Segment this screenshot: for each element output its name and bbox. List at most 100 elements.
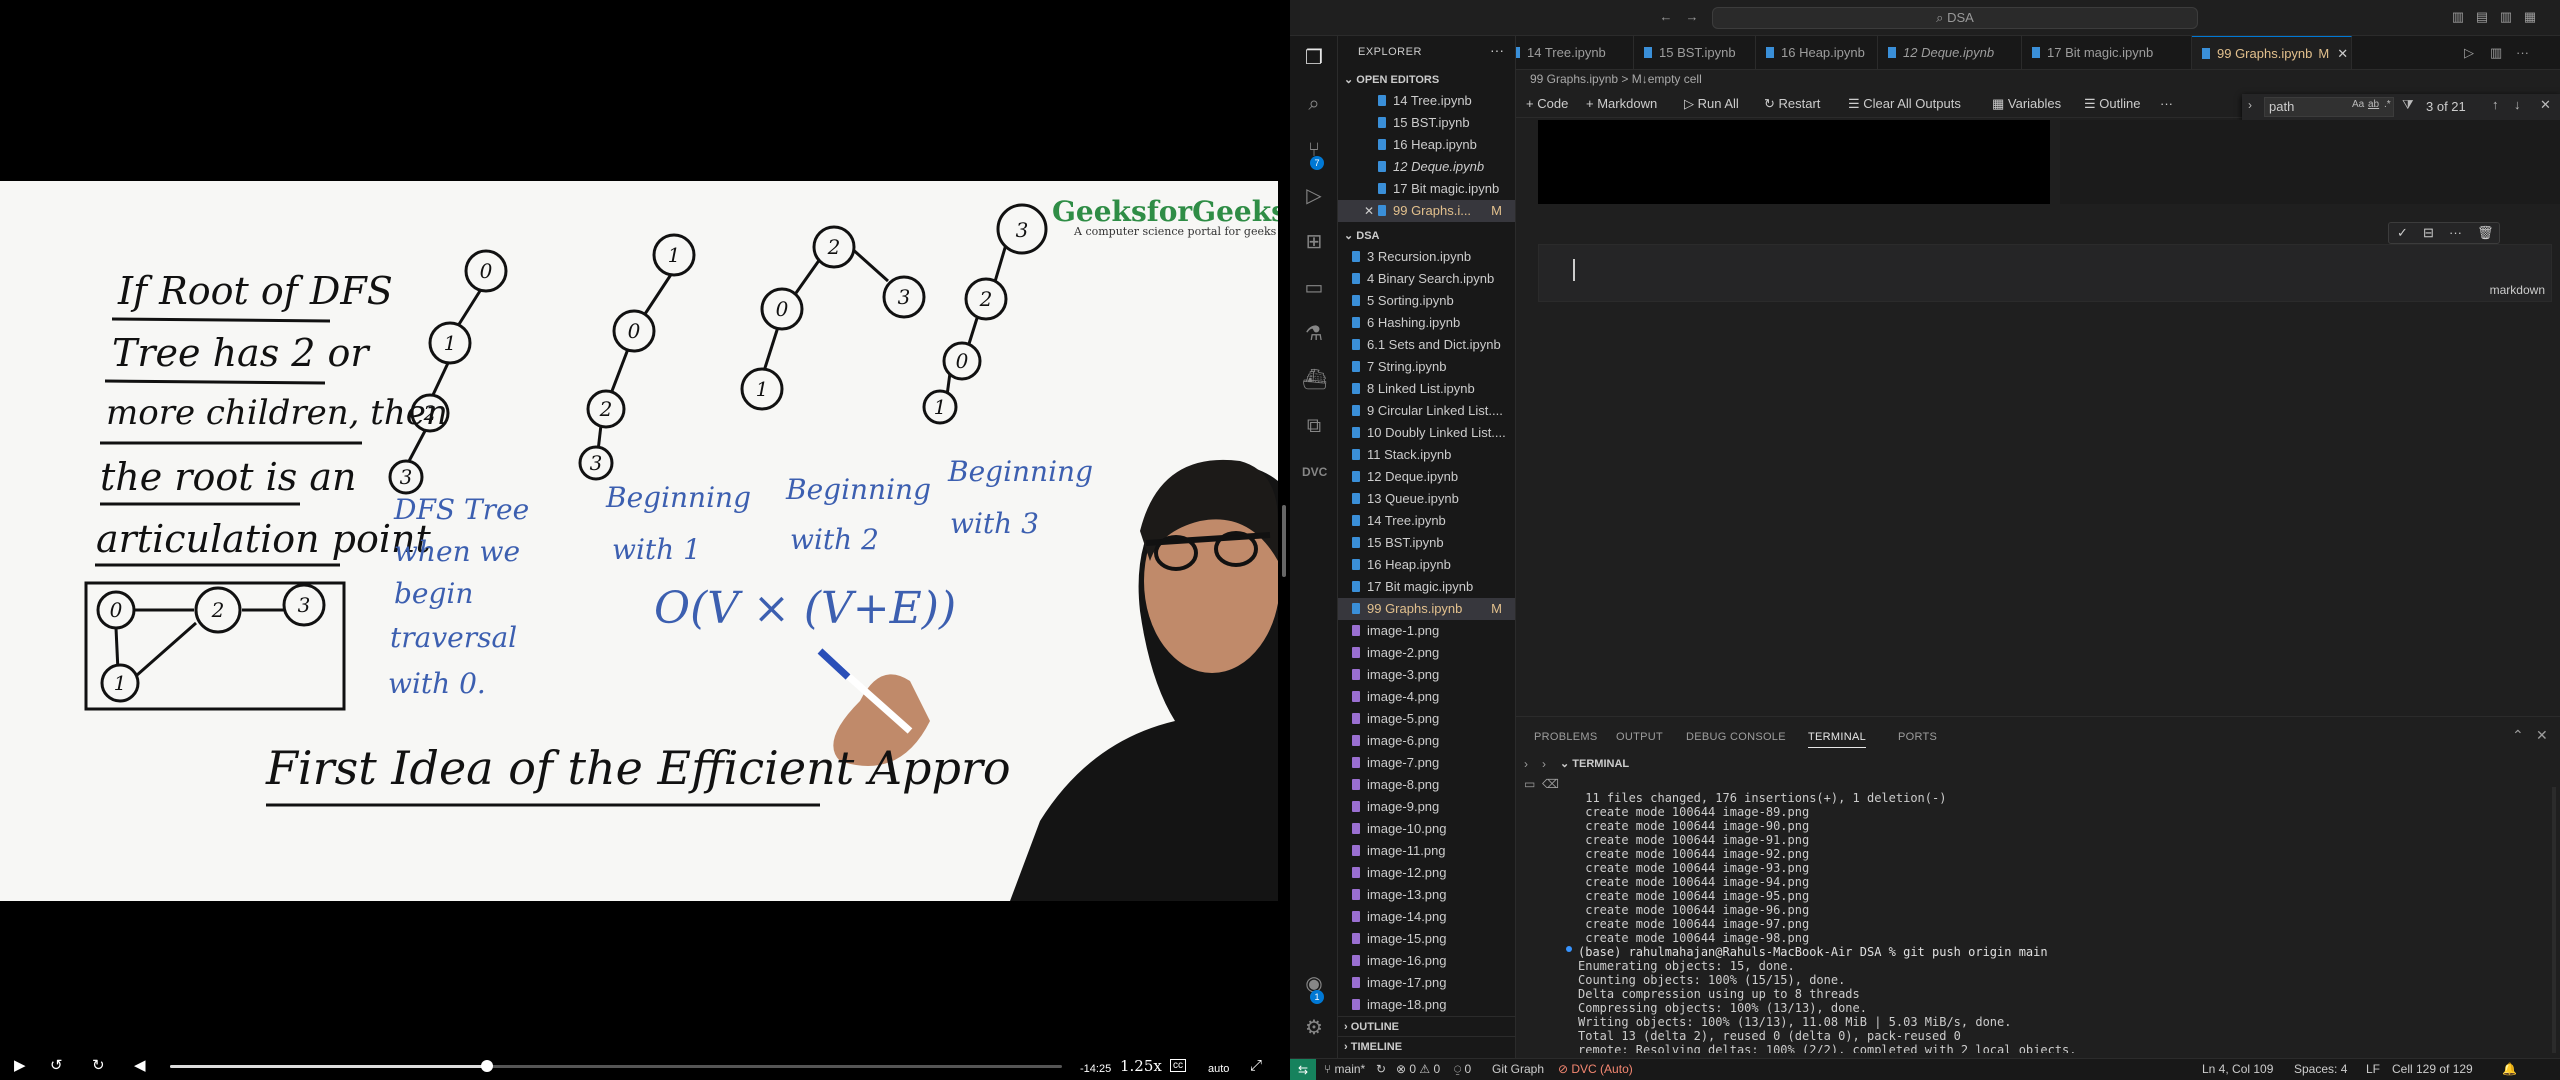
file-item[interactable]: 7 String.ipynb <box>1338 356 1515 378</box>
file-item[interactable]: 3 Recursion.ipynb <box>1338 246 1515 268</box>
testing-icon[interactable]: ⚗ <box>1302 322 1326 346</box>
terminal-output[interactable]: 11 files changed, 176 insertions(+), 1 d… <box>1578 791 2538 1053</box>
line-ending[interactable]: LF <box>2366 1062 2380 1076</box>
file-item[interactable]: image-15.png <box>1338 928 1515 950</box>
forward-icon[interactable]: ↻ <box>92 1057 105 1075</box>
search-icon[interactable]: ⌕ <box>1302 92 1326 116</box>
check-icon[interactable]: ✓ <box>2397 225 2408 241</box>
run-icon[interactable]: ▷ <box>2464 36 2474 69</box>
clear-terminal-icon[interactable]: ⌫ <box>1542 777 1559 791</box>
file-item[interactable]: 14 Tree.ipynb <box>1338 510 1515 532</box>
regex-toggle[interactable]: .* <box>2384 99 2391 110</box>
branch-indicator[interactable]: ⑂ main* <box>1324 1062 1365 1076</box>
panel-tab-terminal[interactable]: TERMINAL <box>1808 731 1867 748</box>
dsa-folder-section[interactable]: ⌄ DSA <box>1338 226 1515 246</box>
cursor-position[interactable]: Ln 4, Col 109 <box>2202 1062 2273 1076</box>
file-item[interactable]: 13 Queue.ipynb <box>1338 488 1515 510</box>
expand-replace-icon[interactable]: › <box>2248 98 2252 112</box>
rewind-icon[interactable]: ↺ <box>50 1057 63 1075</box>
close-tab-icon[interactable]: ✕ <box>2337 46 2348 61</box>
open-editor-item[interactable]: ✕ 99 Graphs.i... M <box>1338 200 1515 222</box>
volume-icon[interactable]: ◀ <box>134 1057 146 1075</box>
video-frame[interactable]: 0 1 2 3 1 0 2 3 2 0 3 1 3 2 0 1 0 2 3 1 … <box>0 181 1278 901</box>
outline-section[interactable]: › OUTLINE <box>1338 1016 1515 1036</box>
panel-tab-debug-console[interactable]: DEBUG CONSOLE <box>1686 731 1786 743</box>
file-item[interactable]: 4 Binary Search.ipynb <box>1338 268 1515 290</box>
match-case-toggle[interactable]: Aa <box>2352 99 2364 110</box>
speed-button[interactable]: 1.25x <box>1120 1057 1162 1075</box>
sync-icon[interactable]: ↻ <box>1376 1062 1386 1076</box>
cell-language[interactable]: markdown <box>2490 283 2545 297</box>
panel-tab-ports[interactable]: PORTS <box>1898 731 1937 743</box>
forward-arrow-icon[interactable]: → <box>1684 9 1700 25</box>
seek-handle[interactable] <box>480 1060 493 1072</box>
terminal-scrollbar[interactable] <box>2552 787 2556 1053</box>
extensions-icon[interactable]: ⊞ <box>1302 230 1326 254</box>
terminal-section[interactable]: ⌄ TERMINAL <box>1560 757 1629 770</box>
file-item[interactable]: 16 Heap.ipynb <box>1338 554 1515 576</box>
file-item[interactable]: image-5.png <box>1338 708 1515 730</box>
split-cell-icon[interactable]: ⊟ <box>2423 225 2434 241</box>
editor-tab[interactable]: 12 Deque.ipynb <box>1878 36 2022 69</box>
open-editors-section[interactable]: ⌄ OPEN EDITORS <box>1338 70 1515 90</box>
editor-tab[interactable]: 15 BST.ipynb <box>1634 36 1756 69</box>
editor-tab[interactable]: 17 Bit magic.ipynb <box>2022 36 2192 69</box>
open-editor-item[interactable]: 15 BST.ipynb <box>1338 112 1515 134</box>
divider-handle[interactable] <box>1282 505 1286 577</box>
file-item[interactable]: image-17.png <box>1338 972 1515 994</box>
remote-indicator[interactable]: ⇆ <box>1290 1059 1316 1080</box>
explorer-icon[interactable]: ❐ <box>1302 46 1326 70</box>
file-item[interactable]: 8 Linked List.ipynb <box>1338 378 1515 400</box>
open-editor-item[interactable]: 12 Deque.ipynb <box>1338 156 1515 178</box>
markdown-cell[interactable]: markdown <box>1538 244 2552 302</box>
whole-word-toggle[interactable]: ab <box>2368 99 2379 110</box>
seek-bar[interactable] <box>170 1060 1062 1072</box>
play-icon[interactable]: ▶ <box>14 1057 26 1075</box>
notifications-icon[interactable]: 🔔 <box>2502 1062 2517 1076</box>
docker-icon[interactable]: ⛴ <box>1302 368 1327 392</box>
filter-icon[interactable]: ⧩ <box>2402 97 2414 113</box>
cell-indicator[interactable]: Cell 129 of 129 <box>2392 1062 2473 1076</box>
editor-tab[interactable]: 99 Graphs.ipynb M ✕ <box>2192 36 2352 69</box>
captions-button[interactable]: cc <box>1170 1059 1186 1072</box>
more-actions-icon[interactable]: ··· <box>1490 42 1504 58</box>
variables-button[interactable]: ▦ Variables <box>1992 96 2061 112</box>
run-debug-icon[interactable]: ▷ <box>1302 184 1326 208</box>
panel-tab-problems[interactable]: PROBLEMS <box>1534 731 1598 743</box>
file-item[interactable]: image-4.png <box>1338 686 1515 708</box>
video-player[interactable]: 0 1 2 3 1 0 2 3 2 0 3 1 3 2 0 1 0 2 3 1 … <box>0 0 1290 1080</box>
file-item[interactable]: 99 Graphs.ipynb M <box>1338 598 1515 620</box>
file-item[interactable]: image-7.png <box>1338 752 1515 774</box>
terminal-list-icon[interactable]: ▭ <box>1524 777 1536 791</box>
file-item[interactable]: 15 BST.ipynb <box>1338 532 1515 554</box>
file-item[interactable]: 10 Doubly Linked List.... <box>1338 422 1515 444</box>
more-cell-actions-icon[interactable]: ··· <box>2449 225 2462 240</box>
collapse-icon[interactable]: › <box>1524 757 1528 771</box>
file-item[interactable]: image-11.png <box>1338 840 1515 862</box>
layout-icon[interactable]: ▦ <box>2522 9 2538 25</box>
remote-explorer-icon[interactable]: ▭ <box>1302 276 1326 300</box>
more-toolbar-button[interactable]: ··· <box>2160 96 2173 111</box>
file-item[interactable]: image-8.png <box>1338 774 1515 796</box>
toggle-secondary-sidebar-icon[interactable]: ▥ <box>2498 9 2514 25</box>
outline-button[interactable]: ☰ Outline <box>2084 96 2140 112</box>
quality-button[interactable]: auto <box>1208 1060 1229 1078</box>
file-item[interactable]: image-13.png <box>1338 884 1515 906</box>
indentation[interactable]: Spaces: 4 <box>2294 1062 2347 1076</box>
file-item[interactable]: 12 Deque.ipynb <box>1338 466 1515 488</box>
close-icon[interactable]: ✕ <box>1364 200 1374 222</box>
file-item[interactable]: image-1.png <box>1338 620 1515 642</box>
command-decoration[interactable] <box>1566 946 1572 952</box>
file-item[interactable]: 17 Bit magic.ipynb <box>1338 576 1515 598</box>
open-editor-item[interactable]: 14 Tree.ipynb <box>1338 90 1515 112</box>
file-item[interactable]: image-14.png <box>1338 906 1515 928</box>
toggle-panel-icon[interactable]: ▤ <box>2474 9 2490 25</box>
editor-tab[interactable]: 16 Heap.ipynb <box>1756 36 1878 69</box>
clear-outputs-button[interactable]: ☰ Clear All Outputs <box>1848 96 1961 112</box>
add-markdown-button[interactable]: + Markdown <box>1586 96 1657 111</box>
open-editor-item[interactable]: 17 Bit magic.ipynb <box>1338 178 1515 200</box>
file-item[interactable]: image-10.png <box>1338 818 1515 840</box>
previous-match-icon[interactable]: ↑ <box>2492 97 2499 112</box>
timeline-section[interactable]: › TIMELINE <box>1338 1036 1515 1056</box>
toggle-sidebar-icon[interactable]: ▥ <box>2450 9 2466 25</box>
